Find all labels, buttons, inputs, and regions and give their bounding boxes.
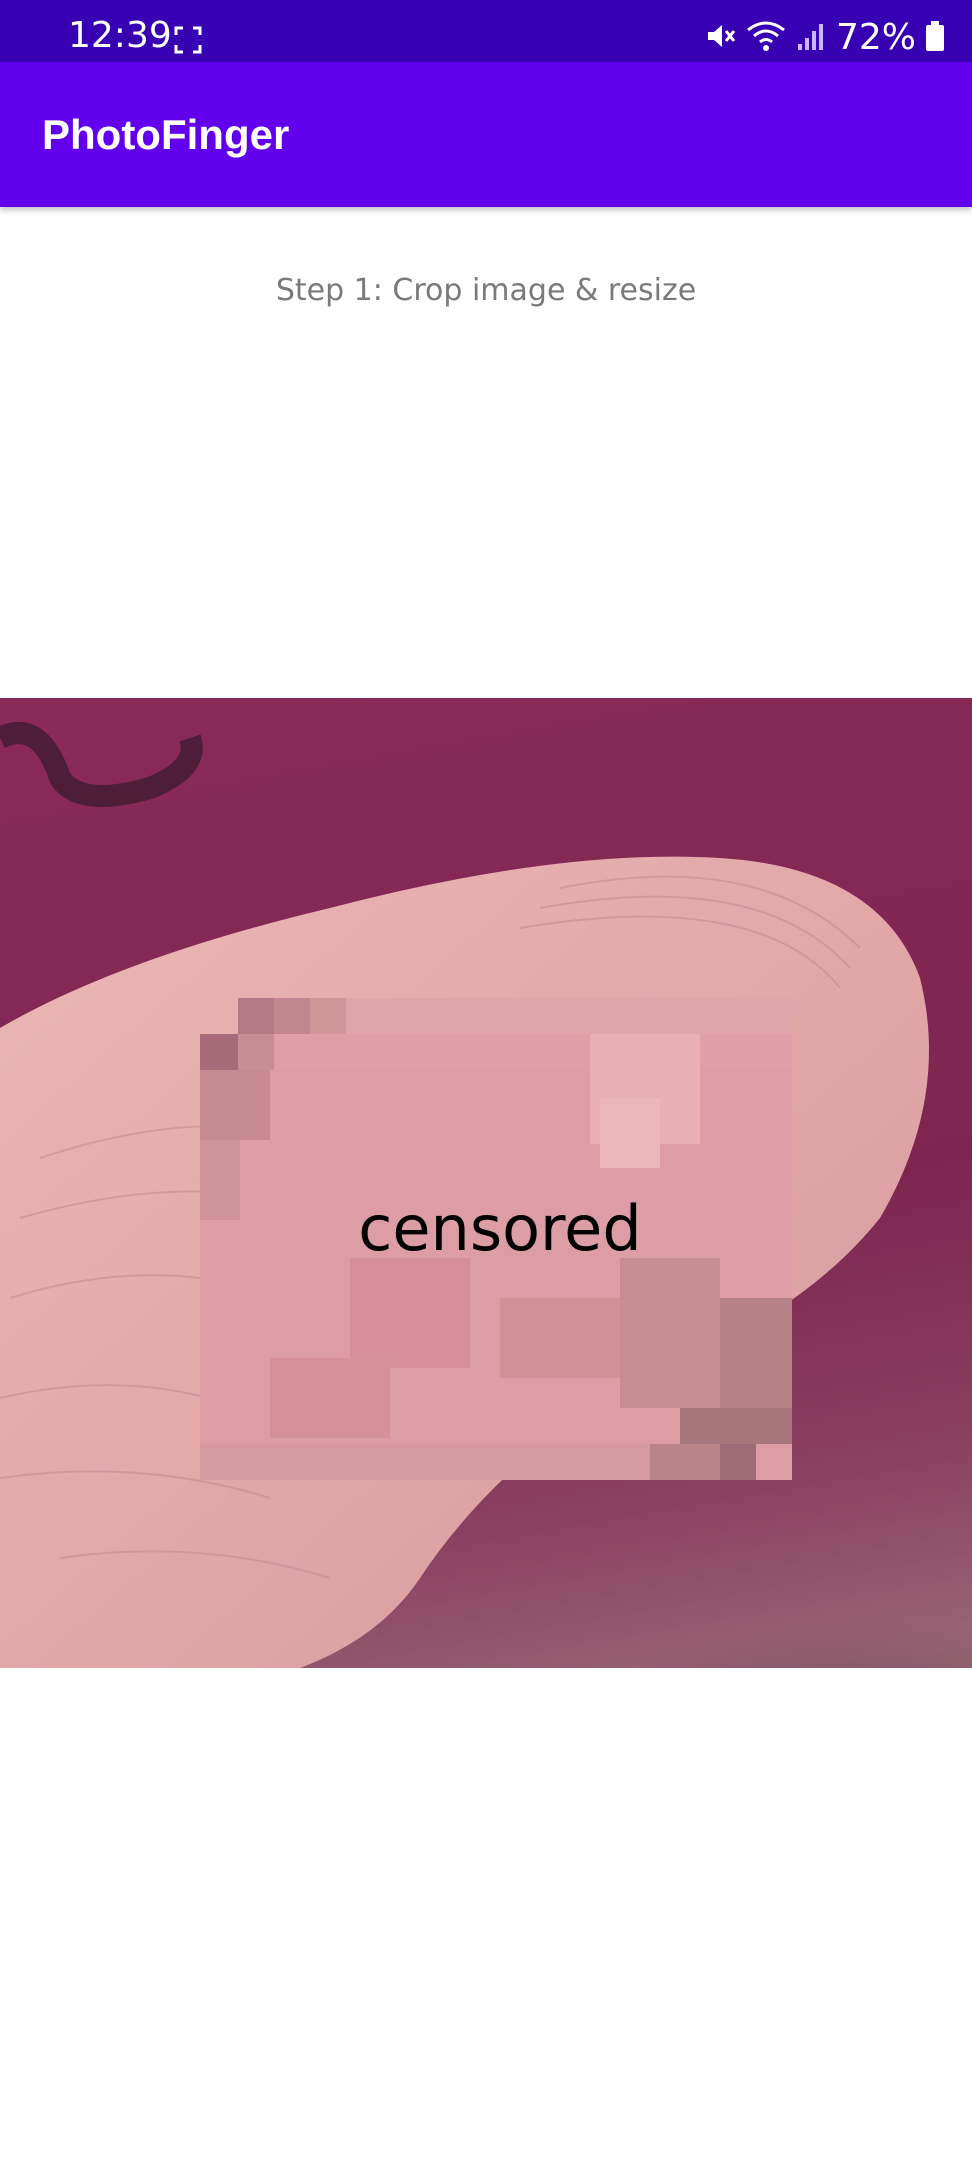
- status-icons: 72%: [704, 18, 944, 58]
- censored-label: censored: [358, 1192, 642, 1265]
- screenshot-icon: [174, 26, 202, 59]
- wifi-icon: [746, 20, 786, 57]
- status-bar: 12:39 72%: [0, 0, 972, 62]
- battery-icon: [926, 20, 944, 56]
- signal-icon: [796, 20, 826, 57]
- status-time: 12:39: [68, 15, 172, 56]
- step-instruction: Step 1: Crop image & resize: [275, 273, 697, 308]
- mute-icon: [704, 20, 736, 57]
- photo-preview[interactable]: censored: [0, 698, 972, 1668]
- app-bar: PhotoFinger: [0, 62, 972, 207]
- app-title: PhotoFinger: [42, 111, 290, 158]
- fingerprint-photo: [0, 722, 972, 1668]
- battery-percentage: 72%: [835, 17, 916, 58]
